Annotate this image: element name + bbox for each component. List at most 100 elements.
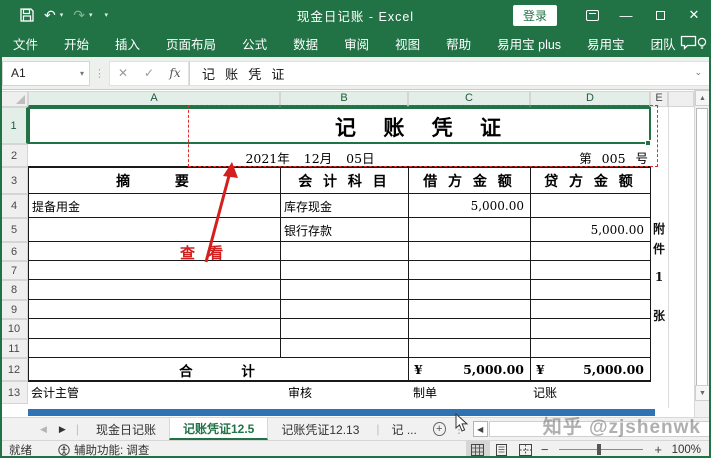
currency-symbol: ¥ (414, 362, 423, 377)
formula-bar: A1 ▾ ⋮ ✕ ✓ fx 记 账 凭 证 ⌄ (0, 57, 711, 90)
tab-help[interactable]: 帮助 (433, 30, 484, 57)
ribbon-display-options-icon[interactable] (575, 0, 609, 30)
tab-view[interactable]: 视图 (382, 30, 433, 57)
sheet-tab-cash-journal[interactable]: 现金日记账 (83, 418, 169, 440)
tab-yiyongbao[interactable]: 易用宝 (574, 30, 638, 57)
signature-chief-accountant: 会计主管 (31, 381, 131, 403)
zoom-out-icon[interactable]: − (538, 442, 552, 457)
table-border (530, 166, 531, 381)
customize-qat-icon[interactable]: ▾ (105, 11, 109, 19)
signature-bookkeeper: 记账 (533, 381, 613, 403)
undo-icon[interactable]: ↶ (44, 8, 56, 22)
undo-dropdown-icon[interactable]: ▾ (60, 11, 64, 19)
row-header-10[interactable]: 10 (0, 319, 28, 339)
login-button[interactable]: 登录 (513, 5, 557, 26)
row-header-11[interactable]: 11 (0, 339, 28, 358)
attachment-count: 1 (650, 270, 668, 284)
insert-function-icon[interactable]: fx (162, 66, 188, 80)
tab-divider: | (372, 418, 383, 440)
name-box[interactable]: A1 ▾ (2, 61, 90, 86)
tab-insert[interactable]: 插入 (102, 30, 153, 57)
entry-account: 银行存款 (284, 218, 404, 242)
row-header-1[interactable]: 1 (0, 107, 28, 144)
tab-home[interactable]: 开始 (51, 30, 102, 57)
gridline (668, 107, 669, 408)
total-debit: ¥ 5,000.00 (408, 358, 530, 381)
tab-yiyongbao-plus[interactable]: 易用宝 plus (484, 30, 574, 57)
mouse-cursor (455, 413, 469, 433)
vertical-scrollbar-thumb[interactable] (696, 108, 708, 396)
zoom-slider[interactable] (559, 449, 643, 450)
row-header-8[interactable]: 8 (0, 280, 28, 300)
hscroll-left-icon[interactable]: ◀ (473, 421, 488, 437)
tab-divider: | (72, 418, 83, 440)
table-border (28, 217, 650, 218)
total-credit: ¥ 5,000.00 (530, 358, 650, 381)
row-header-9[interactable]: 9 (0, 300, 28, 319)
header-credit: 贷 方 金 额 (530, 167, 650, 194)
formula-buttons: ✕ ✓ fx (109, 61, 189, 86)
row-header-13[interactable]: 13 (0, 381, 28, 404)
zoom-in-icon[interactable]: + (651, 442, 665, 457)
total-label: 合 计 (28, 358, 408, 381)
row-header-5[interactable]: 5 (0, 218, 28, 242)
cancel-icon[interactable]: ✕ (110, 66, 136, 80)
table-border (280, 166, 281, 358)
sheet-tab-truncated[interactable]: 记 ... (384, 418, 425, 440)
scroll-down-icon[interactable]: ▼ (695, 385, 710, 401)
tab-review[interactable]: 审阅 (331, 30, 382, 57)
row-header-3[interactable]: 3 (0, 167, 28, 194)
table-border (28, 260, 650, 261)
header-account: 会 计 科 目 (280, 167, 408, 194)
redo-dropdown-icon: ▾ (89, 11, 93, 19)
row-header-7[interactable]: 7 (0, 261, 28, 280)
table-border (28, 193, 650, 194)
quick-access-toolbar: ↶▾ ↷▾ ▾ (0, 8, 108, 22)
vertical-scrollbar[interactable]: ▲ ▼ (694, 90, 709, 418)
new-sheet-icon[interactable]: + (433, 422, 446, 436)
accessibility-icon (58, 444, 70, 456)
row-header-2[interactable]: 2 (0, 144, 28, 167)
header-summary: 摘 要 (28, 167, 280, 194)
zoom-level[interactable]: 100% (665, 444, 705, 456)
formula-input[interactable]: 记 账 凭 证 ⌄ (189, 61, 711, 86)
name-box-dropdown-icon[interactable]: ▾ (80, 69, 84, 78)
table-border (28, 357, 650, 358)
tab-page-layout[interactable]: 页面布局 (153, 30, 229, 57)
entry-account: 库存现金 (284, 194, 404, 218)
expand-formula-bar-icon[interactable]: ⌄ (694, 68, 702, 78)
row-header-6[interactable]: 6 (0, 242, 28, 261)
save-icon[interactable] (20, 8, 34, 22)
row-header-4[interactable]: 4 (0, 194, 28, 218)
sheet-area: A B C D E 1 2 3 4 5 6 7 8 9 10 11 12 13 … (0, 90, 711, 417)
ribbon-tab-row: 文件 开始 插入 页面布局 公式 数据 审阅 视图 帮助 易用宝 plus 易用… (0, 30, 711, 57)
row-header-12[interactable]: 12 (0, 358, 28, 381)
entry-debit-amount: 5,000.00 (408, 194, 524, 218)
zoom-slider-thumb[interactable] (597, 444, 601, 455)
title-bar: ↶▾ ↷▾ ▾ 现金日记账 - Excel 登录 — ✕ (0, 0, 711, 30)
table-border (28, 279, 650, 280)
tab-formulas[interactable]: 公式 (229, 30, 280, 57)
table-border (408, 166, 409, 381)
sheet-tab-voucher-12-13[interactable]: 记账凭证12.13 (268, 418, 372, 440)
tab-file[interactable]: 文件 (0, 30, 51, 57)
excel-window: ↶▾ ↷▾ ▾ 现金日记账 - Excel 登录 — ✕ 文件 开始 插入 页面… (0, 0, 711, 458)
watermark: 知乎 @zjshenwk (543, 412, 701, 439)
sheet-nav-left-icon: ◀ (34, 418, 53, 440)
minimize-icon[interactable]: — (609, 0, 643, 30)
table-border (28, 380, 651, 382)
attachment-char: 件 (650, 240, 668, 257)
annotation-dashed-box (188, 105, 658, 167)
tab-data[interactable]: 数据 (280, 30, 331, 57)
sheet-nav-right-icon[interactable]: ▶ (53, 418, 72, 440)
select-all-corner[interactable] (0, 91, 28, 107)
maximize-icon[interactable] (643, 0, 677, 30)
header-debit: 借 方 金 额 (408, 167, 530, 194)
annotation-view-label: 查 看 (180, 242, 227, 263)
scroll-up-icon[interactable]: ▲ (695, 90, 710, 106)
enter-icon[interactable]: ✓ (136, 66, 162, 80)
sheet-tab-voucher-12-5[interactable]: 记账凭证12.5 (169, 418, 268, 440)
table-border (28, 318, 650, 319)
window-border-left (0, 0, 2, 458)
comment-icon[interactable] (680, 35, 697, 50)
